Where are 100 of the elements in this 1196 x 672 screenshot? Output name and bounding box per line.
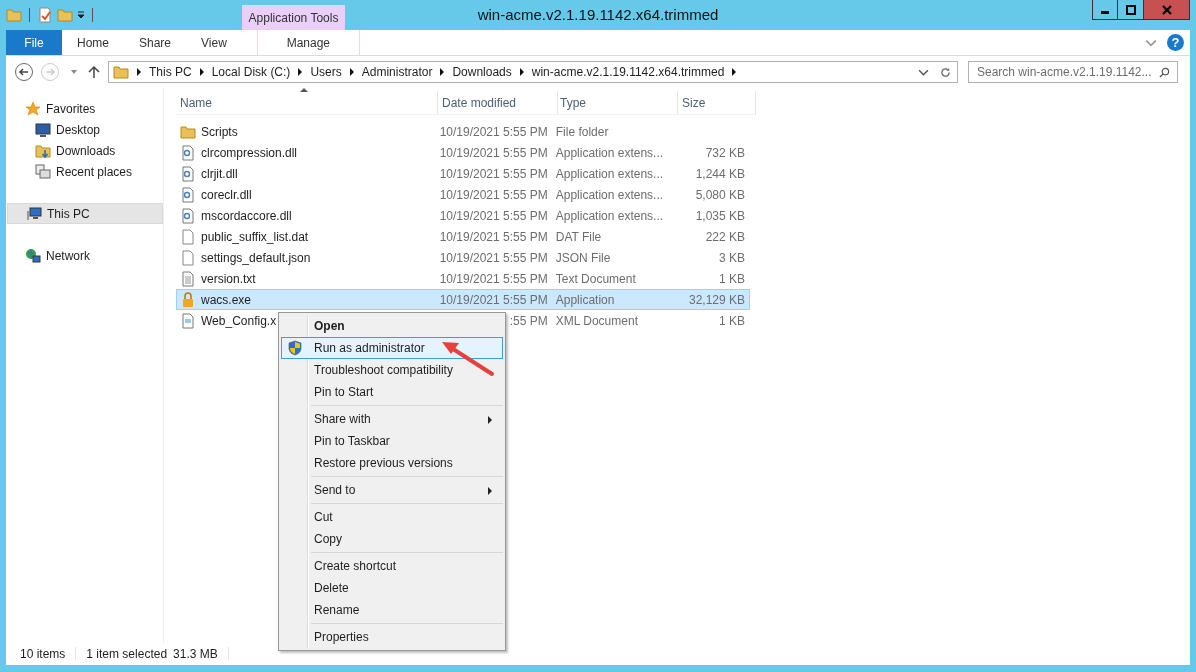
- type-cell: Application extens...: [555, 145, 664, 160]
- close-icon: [1161, 4, 1172, 15]
- maximize-icon: [1125, 4, 1136, 15]
- menu-item[interactable]: Pin to Start: [281, 381, 503, 403]
- file-row[interactable]: wacs.exe 10/19/2021 5:55 PM Application 32,129 KB: [176, 289, 750, 310]
- close-button[interactable]: [1144, 0, 1190, 20]
- file-name[interactable]: Scripts: [201, 124, 238, 139]
- breadcrumb-item[interactable]: This PC: [149, 65, 192, 79]
- breadcrumb-item[interactable]: Local Disk (C:): [211, 65, 291, 79]
- date-cell: 10/19/2021 5:55 PM: [439, 250, 548, 265]
- type-cell: DAT File: [555, 229, 602, 244]
- size-cell: 1 KB: [719, 271, 745, 286]
- menu-item[interactable]: Cut: [281, 506, 503, 528]
- date-cell: 10/19/2021 5:55 PM: [439, 145, 548, 160]
- contextual-tab-header: Application Tools: [242, 5, 345, 30]
- nav-item[interactable]: Recent places: [6, 161, 163, 182]
- menu-item[interactable]: Create shortcut: [281, 555, 503, 577]
- network-icon: [25, 247, 41, 264]
- breadcrumb-item[interactable]: win-acme.v2.1.19.1142.x64.trimmed: [531, 65, 725, 79]
- download-folder-icon: [35, 142, 51, 159]
- file-name[interactable]: public_suffix_list.dat: [201, 229, 309, 244]
- folder-icon: [113, 64, 129, 80]
- recent-locations-icon[interactable]: [70, 68, 78, 76]
- file-name[interactable]: wacs.exe: [201, 292, 252, 307]
- column-header[interactable]: Name: [176, 91, 438, 114]
- menu-item[interactable]: Delete: [281, 577, 503, 599]
- date-cell: :55 PM: [509, 313, 548, 328]
- file-name[interactable]: settings_default.json: [201, 250, 311, 265]
- type-cell: Application: [555, 292, 615, 307]
- breadcrumb-item[interactable]: Downloads: [452, 65, 512, 79]
- file-tab[interactable]: File: [6, 30, 62, 55]
- chevron-icon[interactable]: [348, 68, 355, 76]
- nav-item[interactable]: Network: [6, 245, 163, 266]
- star-icon: [25, 100, 41, 117]
- nav-item[interactable]: This PC: [7, 203, 163, 224]
- chevron-icon[interactable]: [731, 68, 738, 76]
- selection-info: 1 item selected: [86, 647, 168, 661]
- file-name[interactable]: mscordaccore.dll: [201, 208, 292, 223]
- ribbon-tab[interactable]: Manage: [256, 30, 360, 55]
- properties-icon[interactable]: [37, 7, 53, 23]
- minimize-icon: [1100, 11, 1110, 14]
- menu-item[interactable]: Rename: [281, 599, 503, 621]
- column-header[interactable]: Type: [558, 91, 678, 114]
- file-name[interactable]: Web_Config.x: [201, 313, 277, 328]
- help-button[interactable]: ?: [1167, 34, 1184, 51]
- file-icon: [180, 228, 196, 245]
- selection-size: 31.3 MB: [173, 647, 218, 661]
- back-icon[interactable]: [14, 62, 34, 82]
- menu-item[interactable]: Troubleshoot compatibility: [281, 359, 503, 381]
- minimize-button[interactable]: [1092, 0, 1118, 20]
- refresh-icon[interactable]: [940, 66, 951, 78]
- maximize-button[interactable]: [1118, 0, 1144, 20]
- chevron-icon[interactable]: [297, 68, 304, 76]
- date-cell: 10/19/2021 5:55 PM: [439, 229, 548, 244]
- size-cell: 1 KB: [719, 313, 745, 328]
- address-bar[interactable]: This PC Local Disk (C:) Users Administrator Downloads win-acme.v2.1.19.1142.x64.trimmed: [108, 61, 958, 83]
- date-cell: 10/19/2021 5:55 PM: [439, 187, 548, 202]
- up-icon[interactable]: [88, 65, 100, 79]
- window-title: win-acme.v2.1.19.1142.x64.trimmed: [477, 6, 719, 23]
- nav-item[interactable]: Favorites: [6, 98, 163, 119]
- chevron-icon[interactable]: [518, 68, 525, 76]
- nav-item[interactable]: Downloads: [6, 140, 163, 161]
- item-count: 10 items: [20, 647, 66, 661]
- menu-item[interactable]: Restore previous versions: [281, 452, 503, 474]
- file-name[interactable]: coreclr.dll: [201, 187, 252, 202]
- size-cell: 3 KB: [719, 250, 745, 265]
- file-name[interactable]: clrcompression.dll: [201, 145, 298, 160]
- menu-item[interactable]: Open: [281, 315, 503, 337]
- file-name[interactable]: clrjit.dll: [201, 166, 238, 181]
- lock-icon: [180, 291, 196, 308]
- date-cell: 10/19/2021 5:55 PM: [439, 166, 548, 181]
- chevron-icon[interactable]: [439, 68, 446, 76]
- menu-item[interactable]: Share with: [281, 408, 503, 430]
- nav-item[interactable]: Desktop: [6, 119, 163, 140]
- type-cell: JSON File: [555, 250, 611, 265]
- menu-item[interactable]: Properties: [281, 626, 503, 648]
- chevron-icon[interactable]: [198, 68, 205, 76]
- size-cell: 1,244 KB: [695, 166, 745, 181]
- column-header[interactable]: Size: [678, 91, 756, 114]
- breadcrumb-item[interactable]: Administrator: [361, 65, 433, 79]
- type-cell: File folder: [555, 124, 609, 139]
- expand-ribbon-icon[interactable]: [1145, 38, 1157, 47]
- type-cell: XML Document: [555, 313, 638, 328]
- size-cell: 732 KB: [705, 145, 745, 160]
- size-cell: 222 KB: [705, 229, 745, 244]
- menu-item[interactable]: Send to: [281, 479, 503, 501]
- menu-item[interactable]: Pin to Taskbar: [281, 430, 503, 452]
- breadcrumb-item[interactable]: Users: [310, 65, 342, 79]
- dropdown-icon[interactable]: [77, 11, 85, 19]
- file-name[interactable]: version.txt: [201, 271, 256, 286]
- submenu-arrow-icon: [488, 487, 492, 495]
- menu-item[interactable]: Copy: [281, 528, 503, 550]
- computer-icon: [26, 205, 42, 222]
- search-field[interactable]: Search win-acme.v2.1.19.1142...: [968, 61, 1178, 83]
- search-icon: [1159, 66, 1170, 78]
- file-icon: [180, 249, 196, 266]
- column-header[interactable]: Date modified: [438, 91, 558, 114]
- chevron-icon[interactable]: [136, 68, 142, 76]
- menu-item[interactable]: Run as administrator: [281, 337, 503, 359]
- type-cell: Text Document: [555, 271, 636, 286]
